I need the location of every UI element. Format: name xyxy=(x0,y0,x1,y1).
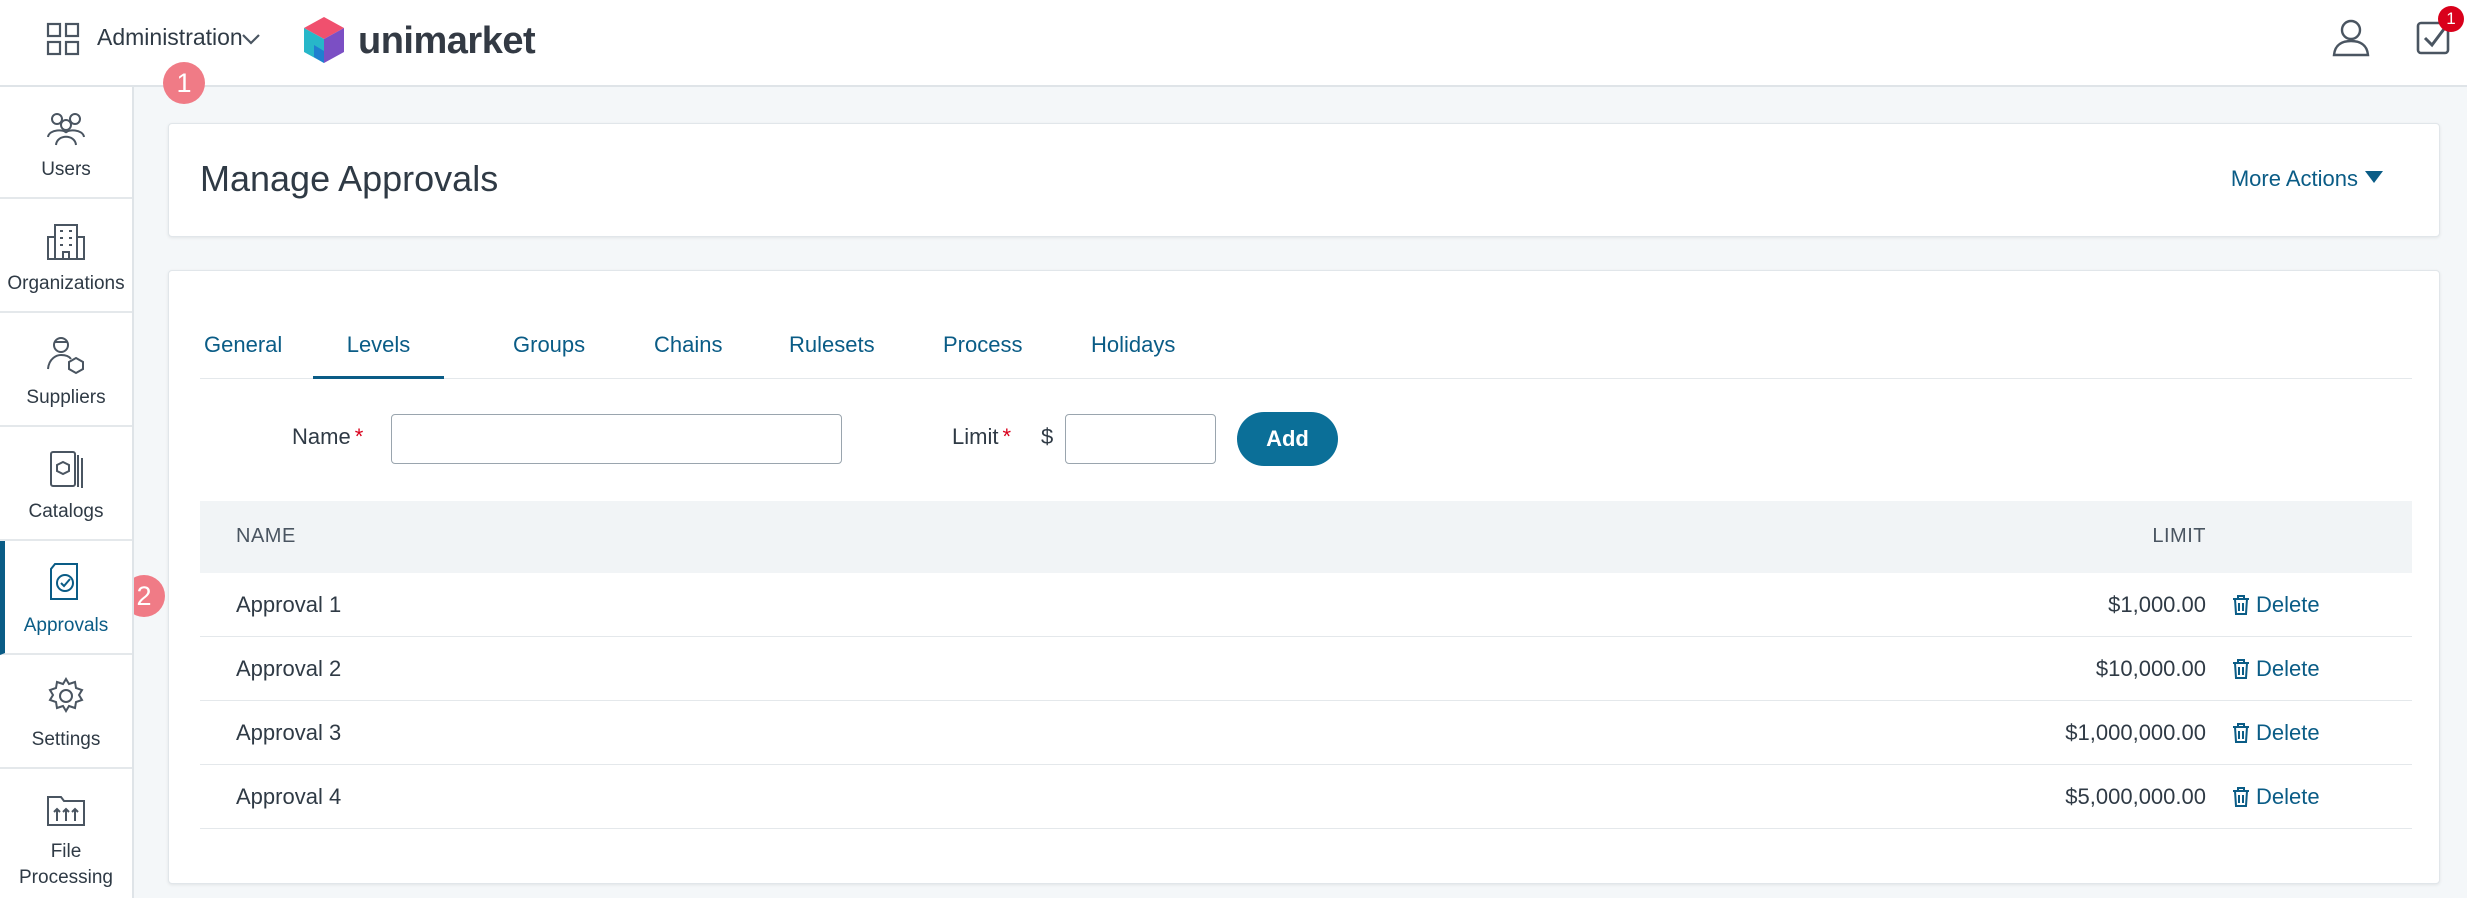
page-header-card: Manage Approvals More Actions xyxy=(168,123,2440,237)
delete-level-button[interactable]: Delete xyxy=(2232,656,2320,682)
delete-level-button[interactable]: Delete xyxy=(2232,720,2320,746)
sidebar-item-label: File Processing xyxy=(19,841,113,888)
column-header-name: NAME xyxy=(236,525,296,547)
approval-icon xyxy=(50,563,78,600)
level-limit-cell: $5,000,000.00 xyxy=(2065,784,2206,809)
caret-down-icon[interactable] xyxy=(2365,171,2383,183)
unimarket-logo-icon xyxy=(304,17,344,63)
more-actions-label: More Actions xyxy=(2230,166,2358,191)
sidebar-item-approvals[interactable]: Approvals xyxy=(0,541,132,655)
more-actions-button[interactable]: More Actions xyxy=(2231,166,2382,192)
sidebar-item-label: Approvals xyxy=(23,615,109,636)
catalog-icon xyxy=(50,451,83,488)
level-limit-cell: $1,000.00 xyxy=(2108,592,2206,617)
brand-name: unimarket xyxy=(358,19,536,62)
tab-process[interactable]: Process xyxy=(943,327,1022,379)
step-marker-1: 1 xyxy=(163,62,205,104)
limit-field-label: Limit * xyxy=(952,424,1011,450)
table-row: Approval 4 $5,000,000.00 Delete xyxy=(200,765,2412,829)
add-level-button[interactable]: Add xyxy=(1237,412,1338,466)
sidebar: Users Organizations Suppliers Catalogs A… xyxy=(0,87,134,898)
level-limit-cell: $10,000.00 xyxy=(2095,656,2206,681)
levels-table: NAME LIMIT Approval 1 $1,000.00 Delete A… xyxy=(200,501,2412,829)
tab-levels[interactable]: Levels xyxy=(313,327,444,379)
delete-label: Delete xyxy=(2256,656,2320,681)
level-name-cell: Approval 4 xyxy=(236,784,342,809)
name-field-label: Name * xyxy=(292,424,363,450)
sidebar-item-file-processing[interactable]: File Processing xyxy=(0,769,132,898)
sidebar-item-label: Organizations xyxy=(7,273,125,294)
sidebar-item-label: Settings xyxy=(31,729,101,750)
limit-label-text: Limit xyxy=(952,424,999,449)
level-name-cell: Approval 1 xyxy=(236,592,342,617)
table-row: Approval 2 $10,000.00 Delete xyxy=(200,637,2412,701)
tab-rulesets[interactable]: Rulesets xyxy=(789,327,875,379)
sidebar-item-suppliers[interactable]: Suppliers xyxy=(0,313,132,427)
table-row: Approval 1 $1,000.00 Delete xyxy=(200,573,2412,637)
app-grid-icon[interactable] xyxy=(46,22,80,56)
sidebar-item-label: Suppliers xyxy=(26,387,106,408)
required-marker: * xyxy=(1002,424,1012,449)
tab-chains[interactable]: Chains xyxy=(654,327,722,379)
sidebar-item-label: Users xyxy=(41,159,91,180)
chevron-down-icon[interactable] xyxy=(240,30,262,48)
sidebar-item-label: Catalogs xyxy=(28,501,104,522)
trash-icon xyxy=(2233,723,2249,743)
delete-label: Delete xyxy=(2256,720,2320,745)
file-processing-icon xyxy=(47,796,85,826)
table-header-row: NAME LIMIT xyxy=(200,501,2412,573)
name-label-text: Name xyxy=(292,424,351,449)
users-icon xyxy=(47,113,85,146)
building-icon xyxy=(47,224,85,260)
level-name-cell: Approval 3 xyxy=(236,720,342,745)
trash-icon xyxy=(2233,595,2249,615)
delete-label: Delete xyxy=(2256,592,2320,617)
currency-symbol: $ xyxy=(1041,424,1054,449)
sidebar-item-users[interactable]: Users xyxy=(0,87,132,199)
tab-general[interactable]: General xyxy=(204,327,282,379)
column-header-limit: LIMIT xyxy=(2152,525,2206,547)
top-bar: Administration unimarket 1 xyxy=(0,0,2467,87)
brand-logo[interactable]: unimarket xyxy=(300,14,536,68)
sidebar-item-organizations[interactable]: Organizations xyxy=(0,199,132,313)
level-name-cell: Approval 2 xyxy=(236,656,342,681)
tasks-count-badge: 1 xyxy=(2438,6,2464,32)
trash-icon xyxy=(2233,787,2249,807)
tab-groups[interactable]: Groups xyxy=(513,327,585,379)
trash-icon xyxy=(2233,659,2249,679)
app-switcher-label[interactable]: Administration xyxy=(97,24,243,51)
table-row: Approval 3 $1,000,000.00 Delete xyxy=(200,701,2412,765)
supplier-icon xyxy=(47,337,84,375)
delete-level-button[interactable]: Delete xyxy=(2232,784,2320,810)
delete-level-button[interactable]: Delete xyxy=(2232,592,2320,618)
tab-bar: General Levels Groups Chains Rulesets Pr… xyxy=(200,327,2412,379)
level-limit-cell: $1,000,000.00 xyxy=(2065,720,2206,745)
sidebar-item-catalogs[interactable]: Catalogs xyxy=(0,427,132,541)
delete-label: Delete xyxy=(2256,784,2320,809)
tab-holidays[interactable]: Holidays xyxy=(1091,327,1175,379)
required-marker: * xyxy=(354,424,364,449)
user-profile-icon[interactable] xyxy=(2329,15,2373,59)
gear-icon xyxy=(48,677,84,713)
sidebar-item-settings[interactable]: Settings xyxy=(0,655,132,769)
level-name-input[interactable] xyxy=(391,414,842,464)
levels-card: General Levels Groups Chains Rulesets Pr… xyxy=(168,270,2440,884)
limit-amount-input[interactable] xyxy=(1065,414,1216,464)
page-title: Manage Approvals xyxy=(200,158,499,199)
